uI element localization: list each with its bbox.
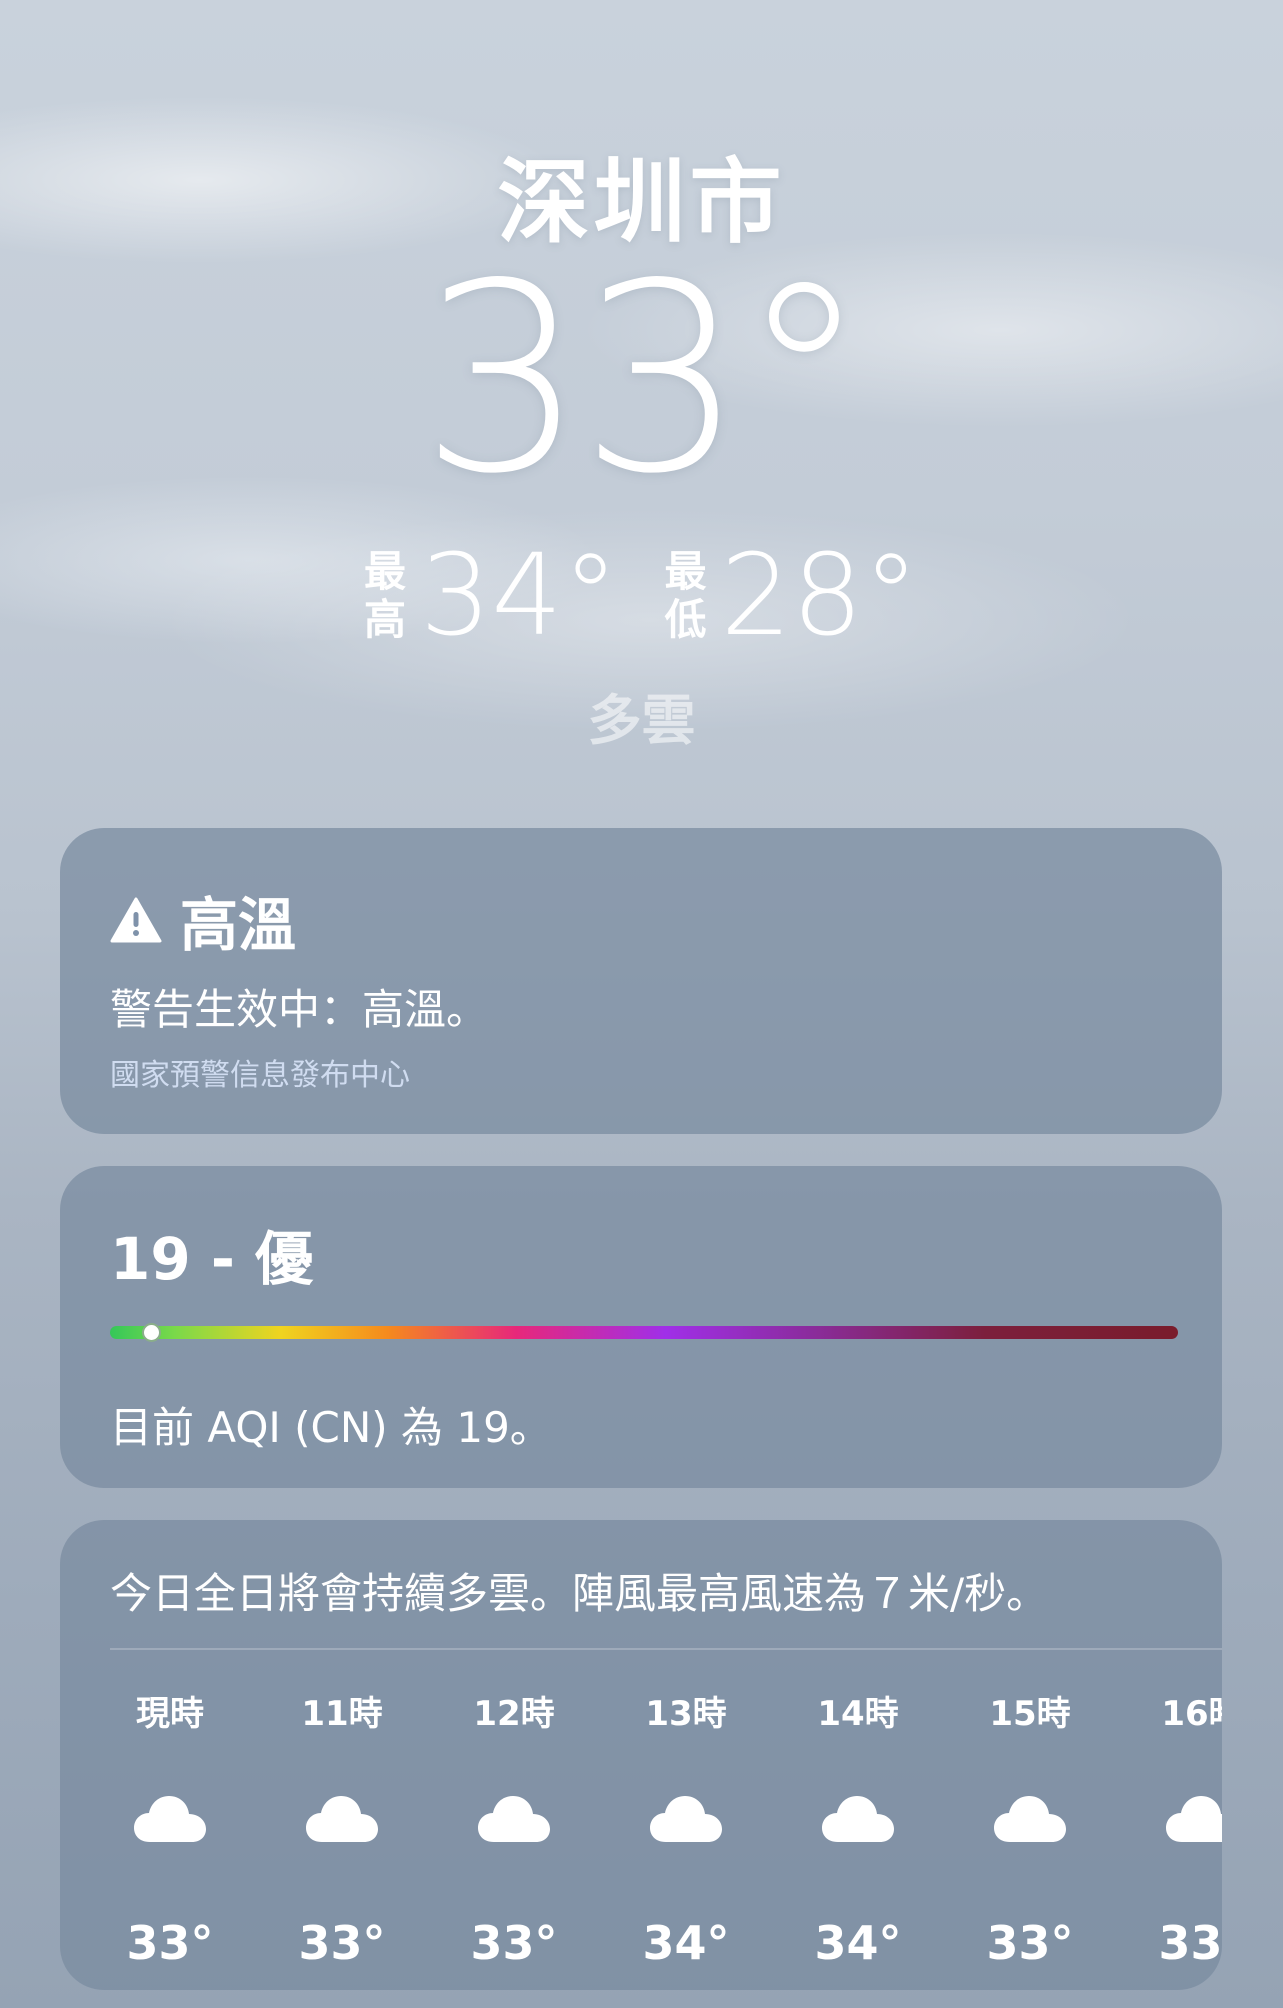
low-label: 最 低 bbox=[665, 548, 707, 644]
hour-temperature: 34° bbox=[814, 1916, 902, 1970]
hour-column: 16時 33° bbox=[1122, 1520, 1222, 1990]
low-temperature: 28° bbox=[720, 531, 920, 661]
weather-condition: 多雲 bbox=[587, 689, 696, 752]
cloud-icon bbox=[304, 1792, 380, 1844]
hour-column: 現時 33° bbox=[90, 1520, 250, 1990]
hour-temperature: 33° bbox=[986, 1916, 1074, 1970]
low-temperature-group: 最 低 28° bbox=[665, 540, 920, 652]
hour-temperature: 33° bbox=[1158, 1916, 1222, 1970]
cloud-icon bbox=[648, 1792, 724, 1844]
hour-label: 14時 bbox=[817, 1694, 899, 1734]
low-label-char-1: 最 bbox=[664, 547, 707, 596]
aqi-value-label: 19 - 優 bbox=[110, 1225, 314, 1293]
high-label-char-2: 高 bbox=[363, 595, 406, 644]
hour-label: 11時 bbox=[301, 1694, 383, 1734]
high-temperature: 34° bbox=[419, 531, 619, 661]
alert-title: 高溫 bbox=[180, 891, 297, 959]
current-weather-header: 深圳市 33° 最 高 34° 最 低 28° 多雲 bbox=[0, 0, 1283, 800]
high-label-char-1: 最 bbox=[363, 547, 406, 596]
alert-header: 高溫 bbox=[110, 878, 296, 962]
hourly-forecast-card[interactable]: 今日全日將會持續多雲。陣風最高風速為７米/秒。 現時 33° 11時 33° 12時 33… bbox=[60, 1520, 1222, 1990]
alert-source-link[interactable]: 國家預警信息發布中心 bbox=[110, 1050, 410, 1094]
hour-label: 15時 bbox=[989, 1694, 1071, 1734]
current-temperature: 33° bbox=[420, 229, 869, 531]
hour-label: 13時 bbox=[645, 1694, 727, 1734]
severe-weather-alert-card[interactable]: 高溫 警告生效中：高溫。 國家預警信息發布中心 bbox=[60, 828, 1222, 1134]
hour-temperature: 33° bbox=[470, 1916, 558, 1970]
cloud-icon bbox=[132, 1792, 208, 1844]
hourly-forecast-list[interactable]: 現時 33° 11時 33° 12時 33° 13時 34° 14時 34° 15時 33° 16時 33… bbox=[60, 1520, 1222, 1990]
hour-label: 16時 bbox=[1161, 1694, 1222, 1734]
hour-column: 11時 33° bbox=[262, 1520, 422, 1990]
hour-column: 14時 34° bbox=[778, 1520, 938, 1990]
hour-temperature: 33° bbox=[126, 1916, 214, 1970]
alert-description: 警告生效中：高溫。 bbox=[110, 985, 489, 1034]
aqi-indicator-dot bbox=[141, 1323, 161, 1342]
air-quality-card[interactable]: 19 - 優 目前 AQI (CN) 為 19。 bbox=[60, 1166, 1222, 1488]
low-label-char-2: 低 bbox=[664, 595, 707, 644]
high-temperature-group: 最 高 34° bbox=[364, 540, 619, 652]
aqi-description: 目前 AQI (CN) 為 19。 bbox=[110, 1403, 552, 1452]
cloud-icon bbox=[476, 1792, 552, 1844]
high-low-temperatures: 最 高 34° 最 低 28° bbox=[0, 540, 1283, 652]
hour-column: 13時 34° bbox=[606, 1520, 766, 1990]
warning-triangle-icon bbox=[110, 897, 162, 943]
hour-column: 15時 33° bbox=[950, 1520, 1110, 1990]
cloud-icon bbox=[820, 1792, 896, 1844]
hour-label: 12時 bbox=[473, 1694, 555, 1734]
hour-temperature: 33° bbox=[298, 1916, 386, 1970]
aqi-scale-bar bbox=[110, 1326, 1178, 1339]
hour-column: 12時 33° bbox=[434, 1520, 594, 1990]
hour-label: 現時 bbox=[136, 1694, 204, 1734]
cloud-icon bbox=[992, 1792, 1068, 1844]
hour-temperature: 34° bbox=[642, 1916, 730, 1970]
high-label: 最 高 bbox=[364, 548, 406, 644]
cloud-icon bbox=[1164, 1792, 1222, 1844]
